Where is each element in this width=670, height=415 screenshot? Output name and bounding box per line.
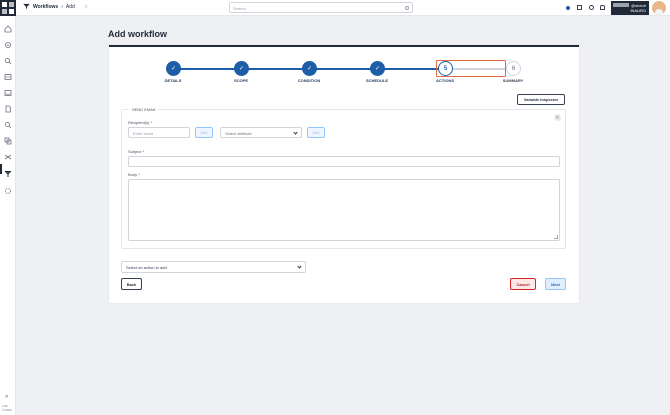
help-icon[interactable] [589, 5, 594, 10]
page-title: Add workflow [108, 29, 167, 39]
step-connector [241, 68, 309, 70]
recipients-label-text: Recipient(s) [128, 120, 150, 125]
search-icon[interactable] [4, 52, 12, 65]
step-connector [377, 68, 445, 70]
home-icon[interactable] [4, 20, 12, 33]
recipients-label: Recipient(s) * [128, 120, 153, 125]
subject-label: Subject * [128, 149, 145, 154]
breadcrumb-add: Add [65, 3, 75, 10]
user-org: INAURO [630, 8, 646, 13]
step-connector [173, 68, 241, 70]
variable-inspector-button[interactable]: Variable Inspector [517, 94, 565, 105]
step-details-check-icon[interactable]: ✓ [166, 61, 181, 76]
attribute-select-placeholder: Select attribute [225, 131, 252, 136]
send-email-title: SEND EMAIL [130, 107, 159, 112]
search-icon [405, 6, 409, 10]
sidebar-active-marker [0, 164, 2, 174]
next-button[interactable]: Next [545, 278, 566, 290]
body-label-text: Body [128, 172, 138, 177]
user-menu[interactable]: @sheuh INAURO [611, 1, 649, 15]
step-details-label: DETAILS [164, 78, 182, 83]
add-attribute-button[interactable]: Add [307, 127, 325, 138]
table-icon[interactable] [4, 68, 12, 80]
step-condition-label: CONDITION [297, 78, 321, 83]
step-condition-check-icon[interactable]: ✓ [302, 61, 317, 76]
expand-icon[interactable] [577, 5, 582, 10]
email-input[interactable]: Enter email [128, 127, 190, 138]
step-summary-label: SUMMARY [502, 78, 524, 83]
copy-icon[interactable] [4, 132, 12, 145]
step-actions-label: ACTIONS [436, 78, 454, 83]
action-select-placeholder: Select an action to add [126, 265, 167, 270]
subject-label-text: Subject [128, 149, 142, 154]
redacted-name [613, 3, 629, 7]
search-input[interactable]: Search [229, 2, 413, 13]
chevron-right-icon: › [61, 3, 63, 10]
step-summary-number[interactable]: 6 [506, 61, 521, 76]
back-button[interactable]: Back [121, 278, 142, 290]
attribute-select[interactable]: Select attribute [220, 127, 302, 138]
version-info: v.26 © 2024 [2, 404, 12, 412]
chevron-down-icon [297, 264, 302, 269]
workflow-icon [23, 3, 30, 10]
inbox-icon[interactable] [4, 84, 12, 96]
status-dot-icon[interactable] [566, 6, 570, 10]
breadcrumb: Workflows › Add ☆ [23, 3, 88, 10]
collapse-sidebar-icon[interactable]: » [5, 394, 8, 400]
bell-icon[interactable] [600, 5, 605, 10]
sidebar [0, 16, 16, 415]
subject-input[interactable] [128, 156, 560, 167]
step-scope-check-icon[interactable]: ✓ [234, 61, 249, 76]
action-select[interactable]: Select an action to add [121, 261, 306, 273]
avatar[interactable] [652, 1, 666, 15]
step-schedule-label: SCHEDULE [365, 78, 388, 83]
add-email-button[interactable]: Add [195, 127, 213, 138]
current-step-highlight [436, 60, 506, 77]
version-copyright: © 2024 [2, 408, 12, 412]
star-icon[interactable]: ☆ [84, 4, 88, 10]
magnify-icon[interactable] [4, 116, 12, 129]
app-logo[interactable] [0, 0, 16, 16]
send-email-section: SEND EMAIL × Recipient(s) * Enter email … [121, 107, 566, 249]
step-schedule-check-icon[interactable]: ✓ [370, 61, 385, 76]
workflow-card: ✓ DETAILS ✓ SCOPE ✓ CONDITION ✓ SCHEDULE… [109, 45, 579, 303]
body-label: Body * [128, 172, 140, 177]
chevron-down-icon [293, 130, 298, 135]
network-icon[interactable] [4, 148, 12, 160]
document-icon[interactable] [4, 100, 12, 113]
settings-icon[interactable] [4, 182, 12, 194]
step-connector [309, 68, 377, 70]
top-bar: Workflows › Add ☆ Search @sheuh INAURO [0, 0, 670, 16]
body-textarea[interactable] [128, 179, 560, 241]
workflow-icon[interactable] [4, 165, 12, 177]
stepper: ✓ DETAILS ✓ SCOPE ✓ CONDITION ✓ SCHEDULE… [109, 47, 579, 92]
cancel-button[interactable]: Cancel [510, 278, 536, 290]
resize-handle-icon[interactable] [554, 235, 558, 239]
search-placeholder: Search [233, 6, 246, 11]
breadcrumb-workflows[interactable]: Workflows [33, 4, 58, 10]
step-scope-label: SCOPE [233, 78, 248, 83]
gear-icon[interactable] [4, 36, 12, 48]
close-icon[interactable]: × [554, 114, 561, 121]
